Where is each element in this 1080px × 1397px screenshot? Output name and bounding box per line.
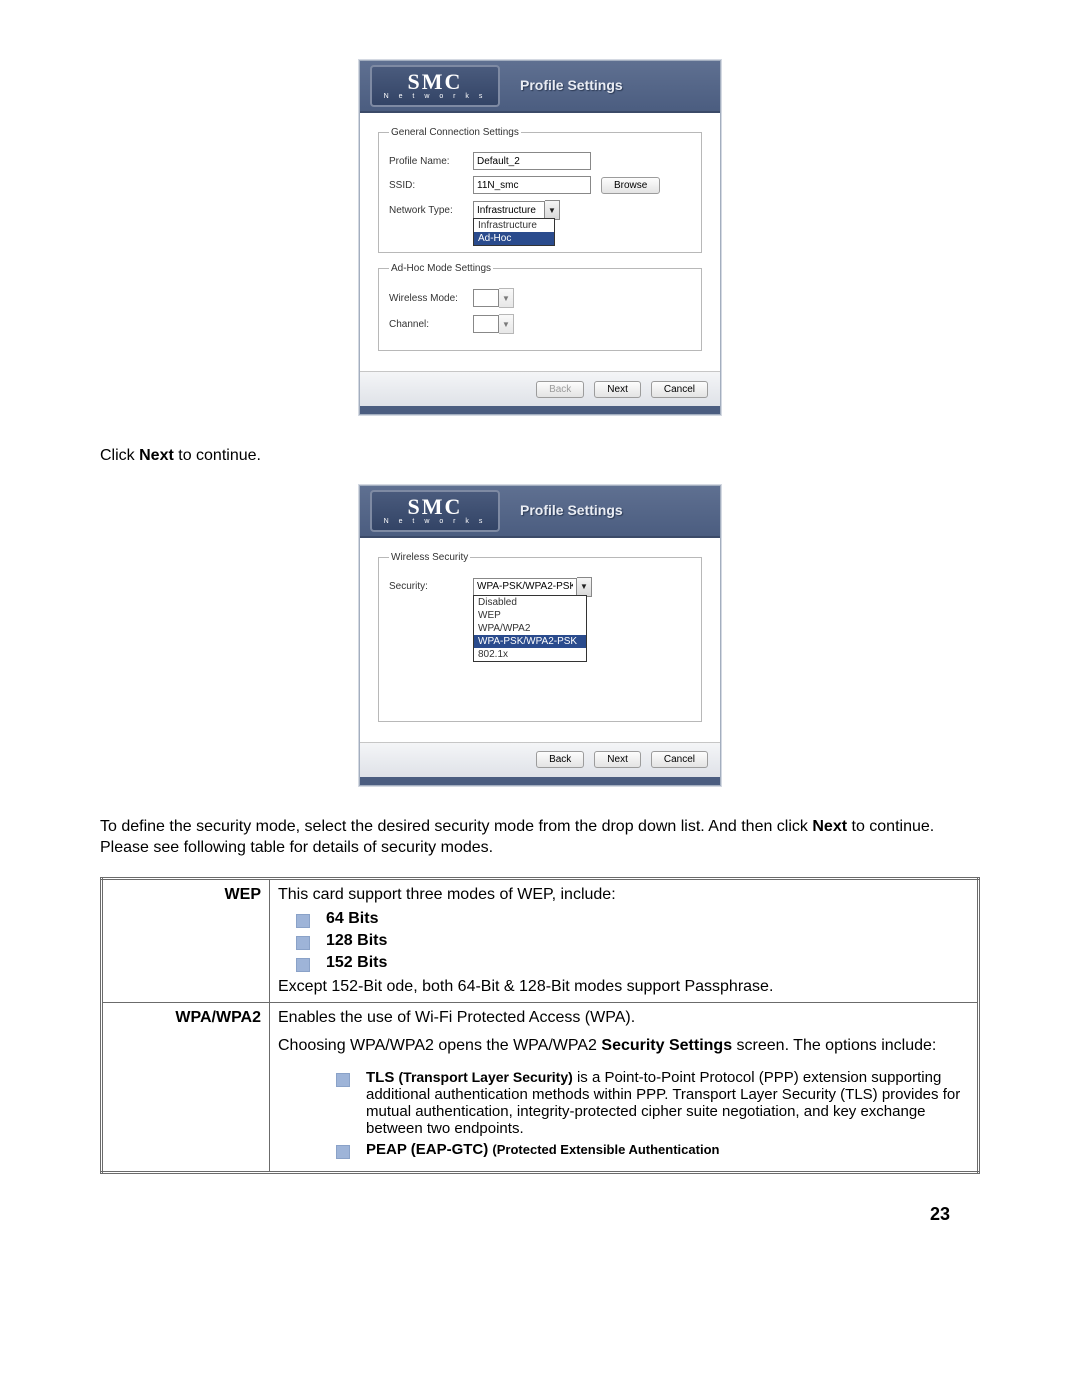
wireless-mode-label: Wireless Mode: (389, 293, 473, 304)
chevron-down-icon[interactable]: ▼ (577, 577, 592, 597)
dialog-header: SMC N e t w o r k s Profile Settings (360, 61, 720, 113)
network-type-label: Network Type: (389, 205, 473, 216)
list-item: TLS (Transport Layer Security) is a Poin… (318, 1069, 969, 1137)
table-row: WPA/WPA2 Enables the use of Wi-Fi Protec… (102, 1002, 979, 1172)
text-bold: (Protected Extensible Authentication (492, 1142, 719, 1157)
channel-select (473, 315, 499, 333)
text-bold: (Transport Layer Security) (399, 1069, 573, 1085)
dialog-footer: Back Next Cancel (360, 371, 720, 406)
text-part: to continue. (174, 447, 261, 464)
dialog-header: SMC N e t w o r k s Profile Settings (360, 486, 720, 538)
back-button: Back (536, 381, 584, 398)
wireless-security-group: Wireless Security Security: ▼ Disabled W… (378, 552, 702, 722)
chevron-down-icon: ▼ (499, 314, 514, 334)
text-bold: PEAP (EAP-GTC) (366, 1141, 492, 1158)
network-type-select[interactable] (473, 201, 545, 219)
paragraph-text: To define the security mode, select the … (100, 816, 980, 859)
back-button[interactable]: Back (536, 751, 584, 768)
network-type-option[interactable]: Ad-Hoc (474, 232, 554, 245)
dialog-title: Profile Settings (520, 502, 623, 518)
chevron-down-icon[interactable]: ▼ (545, 200, 560, 220)
cell-value: This card support three modes of WEP, in… (270, 878, 979, 1002)
text-bold: Security Settings (601, 1037, 732, 1054)
square-bullet-icon (336, 1145, 350, 1159)
profile-settings-dialog-2: SMC N e t w o r k s Profile Settings Wir… (359, 485, 721, 786)
text-part: Enables the use of Wi-Fi Protected Acces… (278, 1009, 969, 1027)
security-option[interactable]: WEP (474, 609, 586, 622)
bullet-label: 128 Bits (326, 932, 387, 949)
square-bullet-icon (296, 936, 310, 950)
text-part: This card support three modes of WEP, in… (278, 886, 616, 903)
list-item: 152 Bits (278, 954, 969, 972)
text-bold: Next (812, 818, 847, 835)
ssid-input[interactable] (473, 176, 591, 194)
profile-name-label: Profile Name: (389, 156, 473, 167)
security-option[interactable]: Disabled (474, 596, 586, 609)
cancel-button[interactable]: Cancel (651, 751, 708, 768)
text-part: Click (100, 447, 139, 464)
list-item: PEAP (EAP-GTC) (Protected Extensible Aut… (318, 1141, 969, 1159)
text-part: To define the security mode, select the … (100, 818, 812, 835)
group-legend: Wireless Security (389, 552, 470, 563)
wireless-mode-select (473, 289, 499, 307)
bullet-label: 152 Bits (326, 954, 387, 971)
logo-main: SMC (372, 69, 498, 95)
network-type-dropdown: Infrastructure Ad-Hoc (473, 218, 555, 246)
instruction-text: Click Next to continue. (100, 445, 980, 467)
profile-settings-dialog-1: SMC N e t w o r k s Profile Settings Gen… (359, 60, 721, 415)
browse-button[interactable]: Browse (601, 177, 660, 194)
next-button[interactable]: Next (594, 751, 641, 768)
group-legend: General Connection Settings (389, 127, 521, 138)
logo-main: SMC (372, 494, 498, 520)
text-part: screen. The options include: (732, 1037, 936, 1054)
cell-value: Enables the use of Wi-Fi Protected Acces… (270, 1002, 979, 1172)
security-select[interactable] (473, 578, 577, 596)
dialog-title: Profile Settings (520, 77, 623, 93)
adhoc-mode-group: Ad-Hoc Mode Settings Wireless Mode: ▼ Ch… (378, 263, 702, 351)
channel-label: Channel: (389, 319, 473, 330)
square-bullet-icon (336, 1073, 350, 1087)
security-modes-table: WEP This card support three modes of WEP… (100, 877, 980, 1174)
dialog-footer: Back Next Cancel (360, 742, 720, 777)
general-connection-group: General Connection Settings Profile Name… (378, 127, 702, 253)
square-bullet-icon (296, 958, 310, 972)
chevron-down-icon: ▼ (499, 288, 514, 308)
security-option[interactable]: 802.1x (474, 648, 586, 661)
table-row: WEP This card support three modes of WEP… (102, 878, 979, 1002)
security-label: Security: (389, 581, 473, 592)
text-part: Choosing WPA/WPA2 opens the WPA/WPA2 (278, 1037, 601, 1054)
text-bold: Next (139, 447, 174, 464)
list-item: 64 Bits (278, 910, 969, 928)
group-legend: Ad-Hoc Mode Settings (389, 263, 493, 274)
text-bold: TLS (366, 1069, 399, 1086)
security-dropdown: Disabled WEP WPA/WPA2 WPA-PSK/WPA2-PSK 8… (473, 595, 587, 662)
cell-key: WPA/WPA2 (102, 1002, 270, 1172)
text-part: Except 152-Bit ode, both 64-Bit & 128-Bi… (278, 978, 773, 995)
dialog-strip (360, 406, 720, 414)
ssid-label: SSID: (389, 180, 473, 191)
security-option[interactable]: WPA-PSK/WPA2-PSK (474, 635, 586, 648)
bullet-label: 64 Bits (326, 910, 378, 927)
page-number: 23 (100, 1204, 980, 1225)
cell-key: WEP (102, 878, 270, 1002)
cancel-button[interactable]: Cancel (651, 381, 708, 398)
logo-sub: N e t w o r k s (372, 518, 498, 525)
profile-name-input[interactable] (473, 152, 591, 170)
network-type-option[interactable]: Infrastructure (474, 219, 554, 232)
smc-logo: SMC N e t w o r k s (370, 65, 500, 107)
dialog-strip (360, 777, 720, 785)
logo-sub: N e t w o r k s (372, 93, 498, 100)
smc-logo: SMC N e t w o r k s (370, 490, 500, 532)
security-option[interactable]: WPA/WPA2 (474, 622, 586, 635)
square-bullet-icon (296, 914, 310, 928)
list-item: 128 Bits (278, 932, 969, 950)
next-button[interactable]: Next (594, 381, 641, 398)
